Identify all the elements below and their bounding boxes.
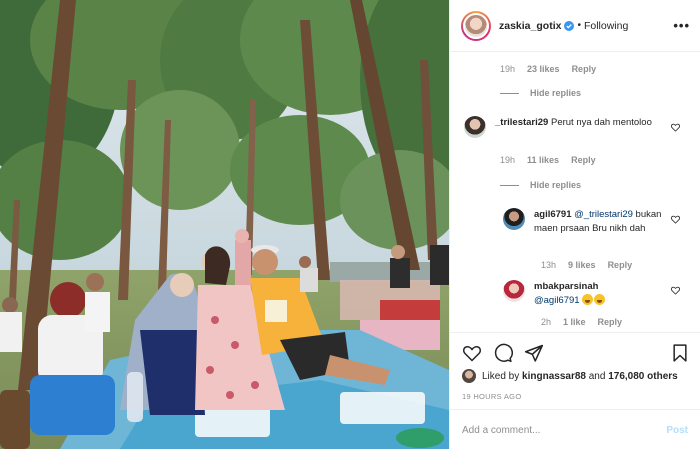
comment-likes[interactable]: 9 likes	[568, 260, 596, 270]
hide-replies-button[interactable]: Hide replies	[500, 88, 581, 98]
reply-button[interactable]: Reply	[598, 317, 623, 327]
commenter-avatar[interactable]	[503, 208, 525, 230]
comment-time: 2h	[541, 317, 552, 327]
liker-username[interactable]: kingnassar88	[522, 371, 586, 382]
comment-mention[interactable]: @_trilestari29	[574, 209, 633, 220]
comment-meta: 19h 23 likes Reply	[500, 64, 596, 74]
comment-icon[interactable]	[493, 343, 513, 363]
like-comment-heart-icon[interactable]	[671, 215, 680, 224]
comment-meta: 13h 9 likes Reply	[541, 260, 632, 270]
action-icons-row	[462, 343, 690, 363]
heart-icon[interactable]	[462, 343, 482, 363]
hide-replies-line	[500, 184, 519, 186]
reply-button[interactable]: Reply	[571, 155, 596, 165]
comment-item: _trilestari29 Perut nya dah mentoloo	[464, 116, 674, 138]
commenter-username[interactable]: mbakparsinah	[534, 281, 598, 292]
comments-list[interactable]: 19h 23 likes Reply Hide replies _trilest…	[450, 53, 700, 332]
commenter-avatar[interactable]	[464, 116, 486, 138]
author-avatar-image	[463, 12, 489, 39]
reply-item: agil6791 @_trilestari29 bukan maen prsaa…	[503, 208, 668, 235]
commenter-username[interactable]: agil6791	[534, 209, 572, 220]
comment-time: 19h	[500, 155, 516, 165]
post-photo[interactable]	[0, 0, 449, 449]
post-timestamp: 19 HOURS AGO	[462, 392, 522, 401]
author-username[interactable]: zaskia_gotix	[499, 20, 561, 32]
comment-likes[interactable]: 1 like	[563, 317, 586, 327]
comment-time: 13h	[541, 260, 557, 270]
header-separator: •	[577, 20, 581, 31]
likes-summary: Liked by kingnassar88 and 176,080 others	[462, 369, 678, 383]
comment-body: mbakparsinah @agil6791	[534, 280, 606, 307]
comment-body: _trilestari29 Perut nya dah mentoloo	[495, 116, 652, 138]
grinning-sweat-emoji-icon	[594, 293, 606, 305]
reply-item: mbakparsinah @agil6791	[503, 280, 668, 307]
comment-text: Perut nya dah mentoloo	[550, 117, 652, 128]
hide-replies-label: Hide replies	[530, 180, 582, 190]
hide-replies-button[interactable]: Hide replies	[500, 180, 581, 190]
grinning-sweat-emoji-icon	[582, 293, 594, 305]
comment-mention[interactable]: @agil6791	[534, 295, 580, 306]
hide-replies-label: Hide replies	[530, 88, 582, 98]
reply-button[interactable]: Reply	[572, 64, 597, 74]
commenter-avatar[interactable]	[503, 280, 525, 302]
like-comment-heart-icon[interactable]	[671, 123, 680, 132]
reply-button[interactable]: Reply	[608, 260, 633, 270]
comment-input[interactable]	[462, 424, 667, 436]
comment-meta: 2h 1 like Reply	[541, 317, 622, 327]
commenter-username[interactable]: _trilestari29	[495, 117, 548, 128]
liker-avatar[interactable]	[462, 369, 476, 383]
liked-prefix: Liked by	[482, 370, 520, 382]
likes-count[interactable]: 176,080 others	[608, 371, 678, 382]
comment-time: 19h	[500, 64, 516, 74]
post-comment-button[interactable]: Post	[666, 425, 688, 436]
comment-likes[interactable]: 11 likes	[527, 155, 559, 165]
hide-replies-line	[500, 92, 519, 94]
post-actions: Liked by kingnassar88 and 176,080 others…	[450, 332, 700, 449]
author-avatar[interactable]	[461, 10, 491, 41]
following-button[interactable]: Following	[584, 20, 628, 32]
bookmark-icon[interactable]	[670, 343, 690, 363]
comment-body: agil6791 @_trilestari29 bukan maen prsaa…	[534, 208, 668, 235]
post-header: zaskia_gotix • Following •••	[450, 0, 700, 52]
more-options-icon[interactable]: •••	[673, 18, 690, 33]
post-side-panel: zaskia_gotix • Following ••• 19h 23 like…	[449, 0, 700, 449]
instagram-post-window: zaskia_gotix • Following ••• 19h 23 like…	[0, 0, 700, 449]
verified-badge-icon	[564, 20, 575, 31]
share-icon[interactable]	[524, 343, 544, 363]
beach-picnic-photo	[0, 0, 449, 449]
like-comment-heart-icon[interactable]	[671, 286, 680, 295]
comment-likes[interactable]: 23 likes	[527, 64, 560, 74]
comment-meta: 19h 11 likes Reply	[500, 155, 596, 165]
add-comment-bar: Post	[450, 409, 700, 450]
liked-and: and	[588, 370, 606, 382]
